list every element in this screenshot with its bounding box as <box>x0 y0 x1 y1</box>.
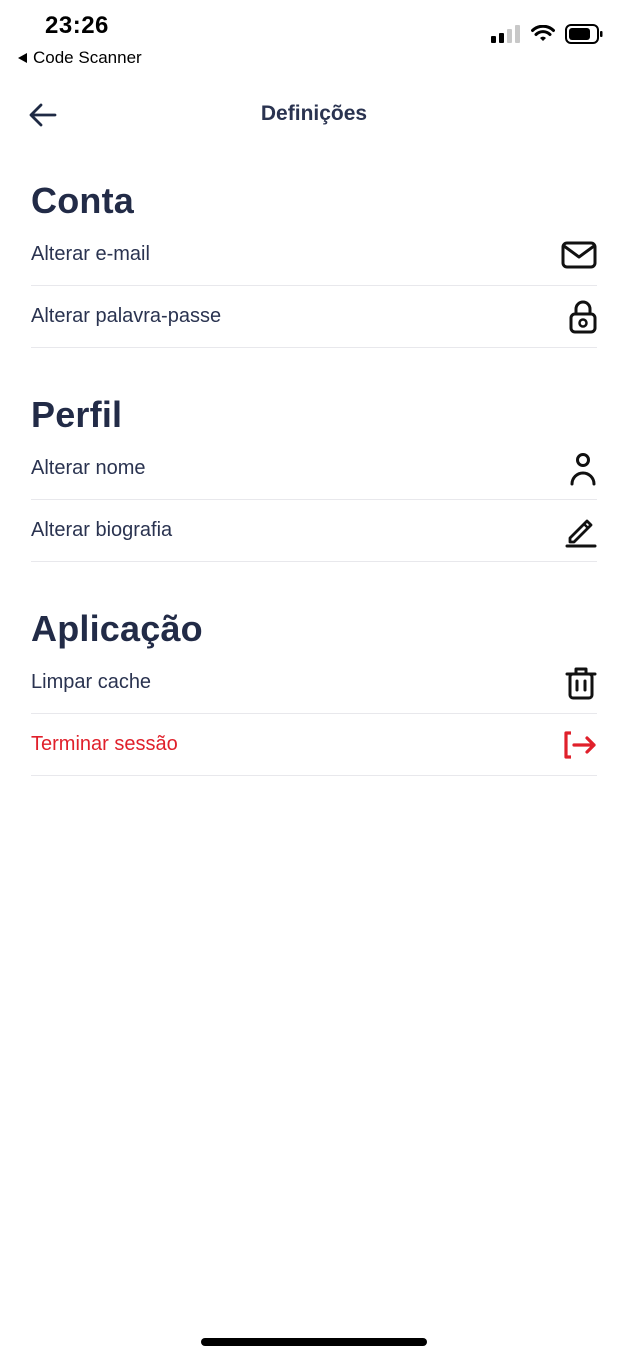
change-name-item[interactable]: Alterar nome <box>31 438 597 500</box>
clear-cache-item[interactable]: Limpar cache <box>31 652 597 714</box>
home-indicator[interactable] <box>201 1338 427 1346</box>
change-email-item[interactable]: Alterar e-mail <box>31 224 597 286</box>
status-time: 23:26 <box>45 12 109 39</box>
trash-icon <box>561 665 597 701</box>
wifi-icon <box>531 25 555 41</box>
logout-label: Terminar sessão <box>31 733 178 755</box>
section-title-conta: Conta <box>31 180 134 221</box>
logout-item[interactable]: Terminar sessão <box>31 714 597 776</box>
clear-cache-label: Limpar cache <box>31 671 152 693</box>
status-indicators <box>491 24 603 44</box>
section-title-aplicacao: Aplicação <box>31 608 203 649</box>
change-password-item[interactable]: Alterar palavra-passe <box>31 286 597 348</box>
header: Definições <box>0 92 628 138</box>
logout-icon <box>561 727 597 763</box>
section-title-perfil: Perfil <box>31 394 123 435</box>
change-bio-item[interactable]: Alterar biografia <box>31 500 597 562</box>
battery-icon <box>565 24 603 44</box>
back-triangle-icon <box>18 53 27 63</box>
change-password-label: Alterar palavra-passe <box>31 305 222 327</box>
pencil-icon <box>561 513 597 549</box>
mail-icon <box>561 237 597 273</box>
change-bio-label: Alterar biografia <box>31 519 173 541</box>
back-app-label: Code Scanner <box>33 48 142 67</box>
page-title: Definições <box>260 102 368 125</box>
change-name-label: Alterar nome <box>31 457 146 479</box>
back-to-app-link[interactable]: Code Scanner <box>18 48 142 68</box>
change-email-label: Alterar e-mail <box>31 243 150 265</box>
user-icon <box>561 451 597 487</box>
lock-icon <box>561 299 597 335</box>
cellular-signal-icon <box>491 25 520 43</box>
